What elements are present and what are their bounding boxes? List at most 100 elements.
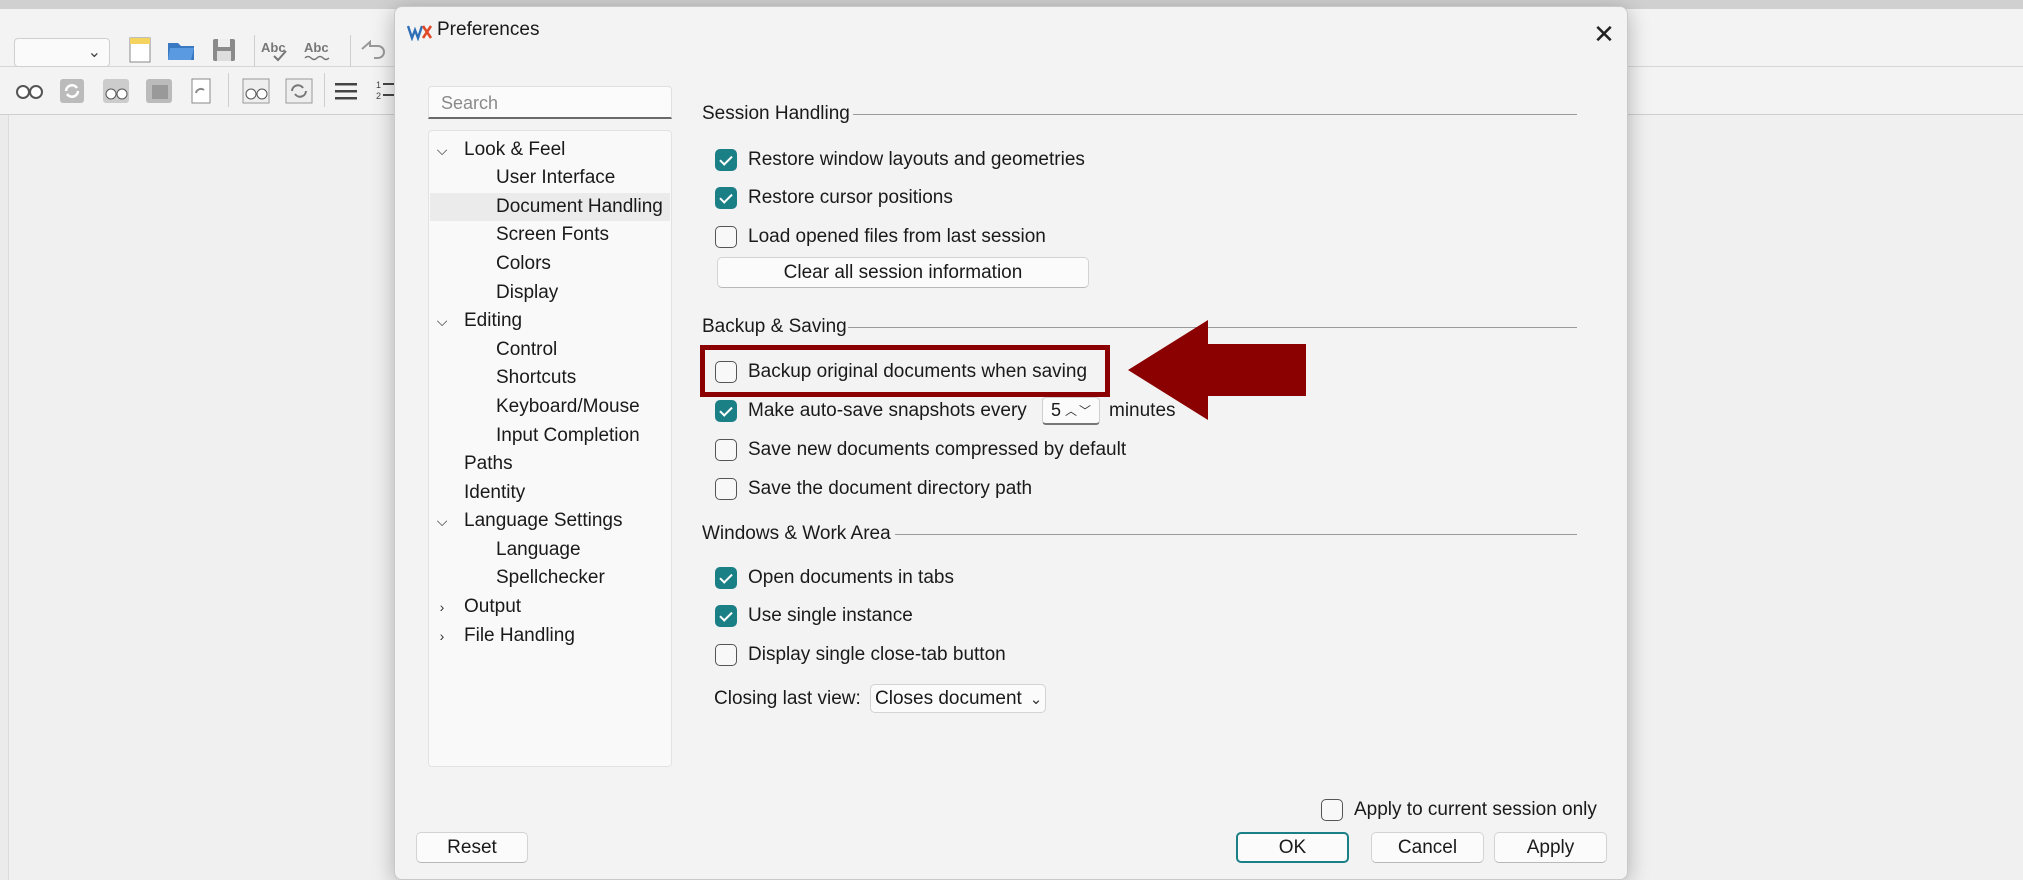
restore-cursor-option[interactable]: Restore cursor positions [715, 183, 953, 213]
open-in-tabs-option[interactable]: Open documents in tabs [715, 563, 954, 593]
nav-item-display[interactable]: Display [430, 279, 670, 307]
nav-item-look-feel[interactable]: ⌵ Look & Feel [430, 136, 670, 164]
autosave-option[interactable]: Make auto-save snapshots every [715, 396, 1027, 426]
select-value: Closes document [875, 687, 1022, 709]
toolbar-separator [350, 35, 351, 69]
refresh-preview-icon[interactable] [143, 75, 175, 107]
open-in-tabs-checkbox[interactable] [715, 567, 737, 589]
new-document-icon[interactable] [124, 34, 156, 66]
nav-label: Colors [496, 253, 551, 274]
option-label: Save new documents compressed by default [748, 439, 1127, 460]
nav-label: Output [464, 596, 522, 617]
nav-label: Input Completion [496, 425, 640, 446]
nav-label: Language Settings [464, 510, 623, 531]
close-button[interactable]: ✕ [1589, 19, 1619, 49]
highlight-annotation [700, 345, 1110, 397]
chevron-down-icon[interactable]: ⌵ [433, 507, 451, 535]
option-label: Open documents in tabs [748, 567, 954, 588]
nav-item-editing[interactable]: ⌵ Editing [430, 307, 670, 335]
view-icon[interactable] [14, 75, 46, 107]
nav-item-output[interactable]: › Output [430, 593, 670, 621]
toolbar-separator [324, 73, 325, 107]
section-divider [853, 114, 1577, 115]
single-close-tab-checkbox[interactable] [715, 644, 737, 666]
nav-item-document-handling[interactable]: Document Handling [430, 193, 670, 221]
restore-layouts-option[interactable]: Restore window layouts and geometries [715, 145, 1085, 175]
nav-label: User Interface [496, 167, 616, 188]
compare-icon[interactable] [240, 75, 272, 107]
nav-item-paths[interactable]: Paths [430, 450, 670, 478]
search-input[interactable]: Search [428, 86, 672, 119]
apply-current-session-checkbox[interactable] [1321, 799, 1343, 821]
nav-label: File Handling [464, 625, 575, 646]
option-label: Load opened files from last session [748, 226, 1046, 247]
nav-item-user-interface[interactable]: User Interface [430, 164, 670, 192]
toolbar-separator [254, 35, 255, 69]
dialog-title: Preferences [437, 19, 540, 40]
nav-item-colors[interactable]: Colors [430, 250, 670, 278]
nav-label: Keyboard/Mouse [496, 396, 640, 417]
refresh-icon[interactable] [56, 75, 88, 107]
sync-icon[interactable] [283, 75, 315, 107]
save-compressed-option[interactable]: Save new documents compressed by default [715, 435, 1126, 465]
preview-icon[interactable] [100, 75, 132, 107]
section-heading-backup: Backup & Saving [702, 316, 847, 337]
single-instance-option[interactable]: Use single instance [715, 601, 913, 631]
nav-label: Document Handling [496, 196, 663, 217]
save-compressed-checkbox[interactable] [715, 439, 737, 461]
svg-text:Abc: Abc [261, 40, 286, 55]
nav-item-input-completion[interactable]: Input Completion [430, 422, 670, 450]
document-refresh-icon[interactable] [186, 75, 218, 107]
nav-item-keyboard-mouse[interactable]: Keyboard/Mouse [430, 393, 670, 421]
undo-icon[interactable] [356, 34, 388, 66]
load-last-session-checkbox[interactable] [715, 226, 737, 248]
nav-label: Editing [464, 310, 523, 331]
nav-item-identity[interactable]: Identity [430, 479, 670, 507]
apply-current-session-option[interactable]: Apply to current session only [1321, 795, 1597, 825]
autosave-interval-spinbox[interactable]: 5 ︿﹀ [1042, 397, 1100, 425]
save-icon[interactable] [208, 34, 240, 66]
list-icon[interactable] [330, 75, 362, 107]
spin-arrows-icon[interactable]: ︿﹀ [1065, 402, 1093, 419]
nav-label: Identity [464, 482, 526, 503]
nav-item-language[interactable]: Language [430, 536, 670, 564]
chevron-down-icon[interactable]: ⌵ [433, 136, 451, 164]
svg-text:1: 1 [376, 80, 381, 90]
save-dir-path-checkbox[interactable] [715, 478, 737, 500]
preferences-dialog: Preferences ✕ Search ⌵ Look & Feel User … [394, 6, 1628, 880]
restore-layouts-checkbox[interactable] [715, 149, 737, 171]
reset-button[interactable]: Reset [416, 832, 528, 863]
single-close-tab-option[interactable]: Display single close-tab button [715, 640, 1006, 670]
chevron-right-icon[interactable]: › [433, 622, 451, 650]
clear-session-button[interactable]: Clear all session information [717, 257, 1089, 288]
single-instance-checkbox[interactable] [715, 605, 737, 627]
nav-item-language-settings[interactable]: ⌵ Language Settings [430, 507, 670, 535]
nav-item-file-handling[interactable]: › File Handling [430, 622, 670, 650]
autosave-checkbox[interactable] [715, 400, 737, 422]
section-divider [895, 534, 1577, 535]
restore-cursor-checkbox[interactable] [715, 187, 737, 209]
preferences-nav-tree: ⌵ Look & Feel User Interface Document Ha… [428, 130, 672, 767]
cancel-button[interactable]: Cancel [1371, 832, 1484, 863]
chevron-right-icon[interactable]: › [433, 593, 451, 621]
nav-label: Paths [464, 453, 513, 474]
chevron-down-icon[interactable]: ⌵ [433, 307, 451, 335]
nav-item-shortcuts[interactable]: Shortcuts [430, 364, 670, 392]
option-label: Use single instance [748, 605, 913, 626]
ok-button[interactable]: OK [1236, 832, 1349, 863]
apply-button[interactable]: Apply [1494, 832, 1607, 863]
nav-item-control[interactable]: Control [430, 336, 670, 364]
auto-spellcheck-icon[interactable]: Abc [303, 34, 335, 66]
red-arrow-annotation-icon [1128, 320, 1306, 420]
toolbar-combo[interactable]: ⌄ [14, 38, 110, 67]
spellcheck-icon[interactable]: Abc [260, 34, 292, 66]
nav-item-spellchecker[interactable]: Spellchecker [430, 564, 670, 592]
closing-last-view-select[interactable]: Closes document ⌄ [870, 684, 1046, 713]
svg-text:Abc: Abc [304, 40, 329, 55]
nav-label: Control [496, 339, 558, 360]
open-folder-icon[interactable] [165, 34, 197, 66]
nav-label: Spellchecker [496, 567, 605, 588]
load-last-session-option[interactable]: Load opened files from last session [715, 222, 1046, 252]
nav-item-screen-fonts[interactable]: Screen Fonts [430, 221, 670, 249]
save-dir-path-option[interactable]: Save the document directory path [715, 474, 1032, 504]
